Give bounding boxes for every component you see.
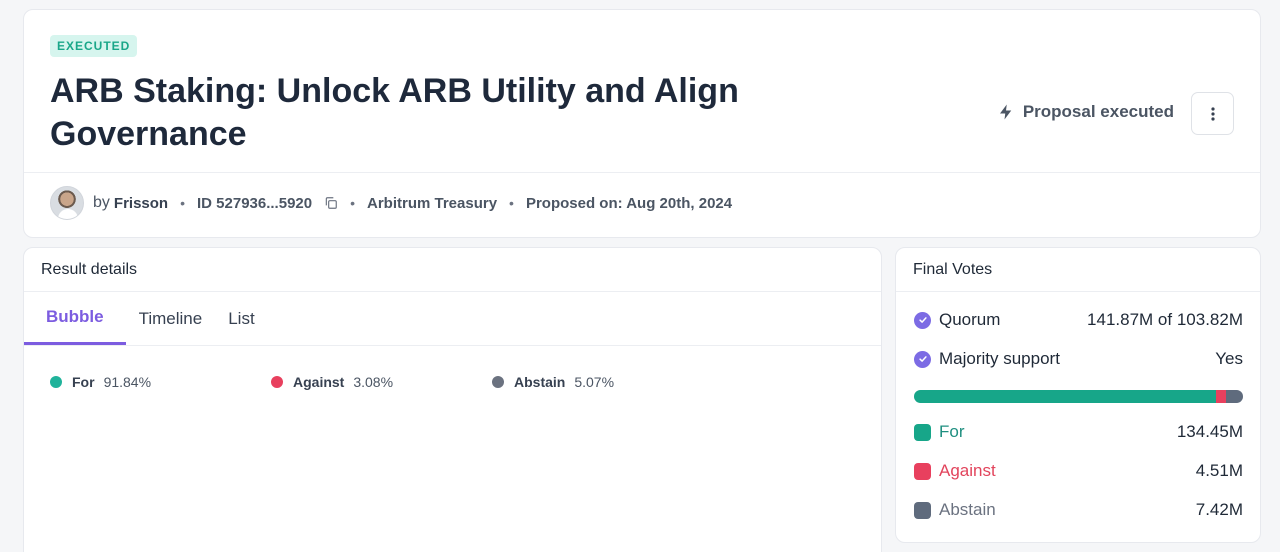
status-badge: EXECUTED	[50, 35, 138, 57]
more-vertical-icon	[1210, 106, 1215, 121]
against-dot-icon	[271, 376, 283, 388]
majority-value: Yes	[1215, 349, 1243, 368]
avatar[interactable]	[50, 186, 84, 220]
vote-value-for: 134.45M	[1176, 422, 1243, 441]
vote-label-for: For	[939, 422, 965, 441]
for-square-icon	[914, 423, 931, 441]
proposal-header-card: EXECUTED ARB Staking: Unlock ARB Utility…	[23, 9, 1261, 238]
for-dot-icon	[50, 376, 62, 388]
vote-progress-bar	[914, 390, 1243, 403]
abstain-square-icon	[914, 501, 931, 519]
vote-value-abstain: 7.42M	[1195, 500, 1243, 519]
check-circle-icon	[914, 350, 931, 368]
majority-label: Majority support	[939, 349, 1060, 368]
legend-item-for: For 91.84%	[50, 374, 271, 390]
bar-segment-abstain	[1226, 390, 1243, 403]
quorum-value: 141.87M of 103.82M	[1087, 310, 1243, 329]
proposal-id: ID 527936...5920	[197, 194, 313, 212]
final-votes-title: Final Votes	[896, 248, 1260, 292]
quorum-row: Quorum 141.87M of 103.82M	[914, 310, 1243, 330]
final-votes-card: Final Votes Quorum 141.87M of 103.82M Ma…	[895, 247, 1261, 543]
vote-value-against: 4.51M	[1195, 461, 1243, 480]
copy-icon	[325, 197, 337, 209]
copy-id-button[interactable]	[324, 196, 338, 210]
author-link[interactable]: Frisson	[114, 195, 168, 212]
separator-dot: •	[180, 195, 185, 211]
legend-percent: 91.84%	[103, 374, 152, 390]
proposed-date: Proposed on: Aug 20th, 2024	[525, 194, 733, 212]
vote-label-abstain: Abstain	[939, 500, 996, 519]
header-divider	[24, 172, 1260, 173]
tab-bubble[interactable]: Bubble	[24, 292, 126, 345]
legend-label: Abstain	[514, 374, 566, 390]
legend-item-against: Against 3.08%	[271, 374, 492, 390]
against-square-icon	[914, 462, 931, 480]
abstain-dot-icon	[492, 376, 504, 388]
legend-label: For	[72, 374, 95, 390]
lightning-icon	[999, 104, 1012, 120]
organization-link[interactable]: Arbitrum Treasury	[367, 195, 497, 212]
tab-timeline[interactable]: Timeline	[126, 292, 216, 345]
vote-label-against: Against	[939, 461, 996, 480]
result-tabs: Bubble Timeline List	[24, 292, 881, 346]
tab-list[interactable]: List	[215, 292, 267, 345]
result-details-title: Result details	[24, 248, 881, 292]
bar-segment-against	[1216, 390, 1227, 403]
quorum-label: Quorum	[939, 310, 1001, 329]
vote-row-for: For 134.45M	[914, 422, 1243, 442]
result-details-card: Result details Bubble Timeline List For …	[23, 247, 882, 552]
author-prefix: by	[93, 194, 110, 211]
proposal-title: ARB Staking: Unlock ARB Utility and Alig…	[50, 72, 739, 153]
majority-row: Majority support Yes	[914, 349, 1243, 369]
legend-percent: 5.07%	[574, 374, 615, 390]
proposal-meta: by Frisson • ID 527936...5920 • Arbitrum…	[50, 186, 732, 220]
check-circle-icon	[914, 311, 931, 329]
vote-legend: For 91.84% Against 3.08% Abstain 5.07%	[24, 346, 881, 390]
status-text: Proposal executed	[1022, 102, 1174, 121]
legend-percent: 3.08%	[353, 374, 394, 390]
more-options-button[interactable]	[1191, 92, 1234, 135]
legend-item-abstain: Abstain 5.07%	[492, 374, 713, 390]
vote-row-abstain: Abstain 7.42M	[914, 500, 1243, 520]
legend-label: Against	[293, 374, 345, 390]
separator-dot: •	[350, 195, 355, 211]
bar-segment-for	[914, 390, 1217, 403]
proposal-status: Proposal executed	[997, 102, 1174, 122]
vote-row-against: Against 4.51M	[914, 461, 1243, 481]
separator-dot: •	[509, 195, 514, 211]
